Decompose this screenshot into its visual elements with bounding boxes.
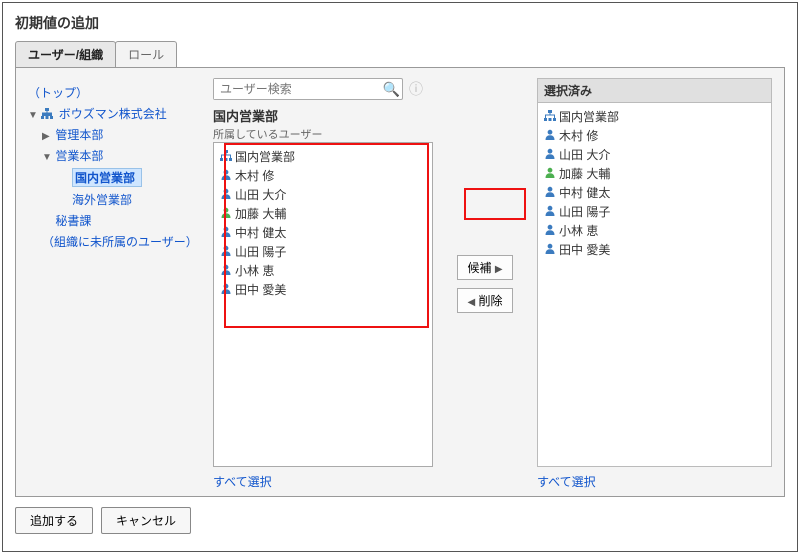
available-listbox[interactable]: 国内営業部木村 修山田 大介加藤 大輔中村 健太山田 陽子小林 恵田中 愛美 <box>213 142 433 467</box>
user-icon <box>220 226 232 237</box>
tab-role[interactable]: ロール <box>115 41 177 67</box>
list-item[interactable]: 加藤 大輔 <box>220 204 426 223</box>
user-icon <box>544 205 556 216</box>
list-item-label: 中村 健太 <box>559 186 610 200</box>
tree-org-root[interactable]: ▼ ボウズマン株式会社 <box>28 103 205 124</box>
list-item[interactable]: 山田 大介 <box>544 145 765 164</box>
list-item[interactable]: 小林 恵 <box>220 261 426 280</box>
tab-user-org[interactable]: ユーザー/組織 <box>15 41 116 67</box>
tree-admin[interactable]: ▶ 管理本部 <box>28 124 205 145</box>
user-icon <box>220 245 232 256</box>
tree-secretary[interactable]: 秘書課 <box>55 214 91 228</box>
list-item-label: 国内営業部 <box>559 110 619 124</box>
user-icon <box>220 283 232 294</box>
tree-overseas[interactable]: 海外営業部 <box>72 193 132 207</box>
caret-down-icon: ▼ <box>42 152 52 163</box>
list-item[interactable]: 木村 修 <box>220 166 426 185</box>
available-column: 🔍 ⓘ 国内営業部 所属しているユーザー 国内営業部木村 修山田 大介加藤 大輔… <box>213 78 433 490</box>
list-item-label: 加藤 大輔 <box>559 167 610 181</box>
list-item-label: 山田 陽子 <box>235 245 286 259</box>
list-item-label: 田中 愛美 <box>559 243 610 257</box>
caret-blank <box>42 217 52 228</box>
user-icon <box>220 188 232 199</box>
user-primary-icon <box>220 207 232 218</box>
list-item[interactable]: 山田 陽子 <box>220 242 426 261</box>
caret-down-icon: ▼ <box>28 110 38 121</box>
list-item-label: 山田 陽子 <box>559 205 610 219</box>
list-item[interactable]: 加藤 大輔 <box>544 164 765 183</box>
org-icon <box>41 108 53 120</box>
list-item[interactable]: 田中 愛美 <box>220 280 426 299</box>
candidate-button-label: 候補 <box>467 261 491 275</box>
tree-top-link[interactable]: （トップ） <box>28 86 88 100</box>
transfer-column: 候補 ▶ ◀ 削除 <box>433 78 537 490</box>
list-item-label: 山田 大介 <box>235 188 286 202</box>
list-item[interactable]: 中村 健太 <box>544 183 765 202</box>
search-button[interactable]: 🔍 <box>381 81 402 98</box>
chevron-right-icon: ▶ <box>495 264 503 275</box>
list-item-label: 田中 愛美 <box>235 283 286 297</box>
list-item[interactable]: 山田 陽子 <box>544 202 765 221</box>
user-icon <box>544 186 556 197</box>
user-icon <box>544 148 556 159</box>
selected-column: 選択済み 国内営業部木村 修山田 大介加藤 大輔中村 健太山田 陽子小林 恵田中… <box>537 78 772 490</box>
list-item[interactable]: 小林 恵 <box>544 221 765 240</box>
list-item-label: 木村 修 <box>559 129 598 143</box>
remove-button-label: 削除 <box>479 294 503 308</box>
info-icon[interactable]: ⓘ <box>409 79 423 99</box>
selected-listbox[interactable]: 国内営業部木村 修山田 大介加藤 大輔中村 健太山田 陽子小林 恵田中 愛美 <box>537 102 772 467</box>
list-item-label: 小林 恵 <box>559 224 598 238</box>
search-icon: 🔍 <box>383 81 400 97</box>
list-item[interactable]: 木村 修 <box>544 126 765 145</box>
chevron-left-icon: ◀ <box>467 297 475 308</box>
candidate-button[interactable]: 候補 ▶ <box>457 255 513 280</box>
user-primary-icon <box>544 167 556 178</box>
selected-select-all[interactable]: すべて選択 <box>537 473 772 490</box>
search-input[interactable] <box>214 79 381 99</box>
list-item[interactable]: 田中 愛美 <box>544 240 765 259</box>
org-tree: （トップ） ▼ ボウズマン株式会社 ▶ 管理本部 ▼ 営業本部 <box>28 78 213 490</box>
org-icon <box>220 150 232 161</box>
tree-sales-label: 営業本部 <box>55 149 103 163</box>
main-panel: （トップ） ▼ ボウズマン株式会社 ▶ 管理本部 ▼ 営業本部 <box>15 67 785 497</box>
list-item-label: 木村 修 <box>235 169 274 183</box>
org-icon <box>544 110 556 121</box>
list-item-label: 加藤 大輔 <box>235 207 286 221</box>
user-icon <box>544 243 556 254</box>
tree-domestic-selected[interactable]: 国内営業部 <box>72 168 142 187</box>
list-item-label: 山田 大介 <box>559 148 610 162</box>
remove-button[interactable]: ◀ 削除 <box>457 288 513 313</box>
user-icon <box>220 169 232 180</box>
tree-org-root-label: ボウズマン株式会社 <box>59 107 167 121</box>
caret-right-icon: ▶ <box>42 131 52 142</box>
available-legend: 所属しているユーザー <box>213 126 433 142</box>
tab-strip: ユーザー/組織 ロール <box>15 41 797 67</box>
selected-header: 選択済み <box>537 78 772 102</box>
dialog-frame: 初期値の追加 ユーザー/組織 ロール （トップ） ▼ ボウズマン株式会社 ▶ 管… <box>2 2 798 552</box>
list-item[interactable]: 国内営業部 <box>220 147 426 166</box>
user-icon <box>220 264 232 275</box>
page-title: 初期値の追加 <box>3 3 797 41</box>
available-dept-header: 国内営業部 <box>213 106 433 125</box>
tree-admin-label: 管理本部 <box>55 128 103 142</box>
search-box: 🔍 <box>213 78 403 100</box>
list-item-label: 小林 恵 <box>235 264 274 278</box>
list-item[interactable]: 山田 大介 <box>220 185 426 204</box>
list-item-label: 中村 健太 <box>235 226 286 240</box>
cancel-button[interactable]: キャンセル <box>101 507 191 534</box>
bottom-buttons: 追加する キャンセル <box>3 497 797 534</box>
tree-unassigned[interactable]: （組織に未所属のユーザー） <box>42 235 198 249</box>
user-icon <box>544 224 556 235</box>
list-item[interactable]: 国内営業部 <box>544 107 765 126</box>
list-item-label: 国内営業部 <box>235 150 295 164</box>
user-icon <box>544 129 556 140</box>
add-button[interactable]: 追加する <box>15 507 93 534</box>
available-select-all[interactable]: すべて選択 <box>213 473 433 490</box>
tree-sales[interactable]: ▼ 営業本部 <box>28 145 205 166</box>
list-item[interactable]: 中村 健太 <box>220 223 426 242</box>
